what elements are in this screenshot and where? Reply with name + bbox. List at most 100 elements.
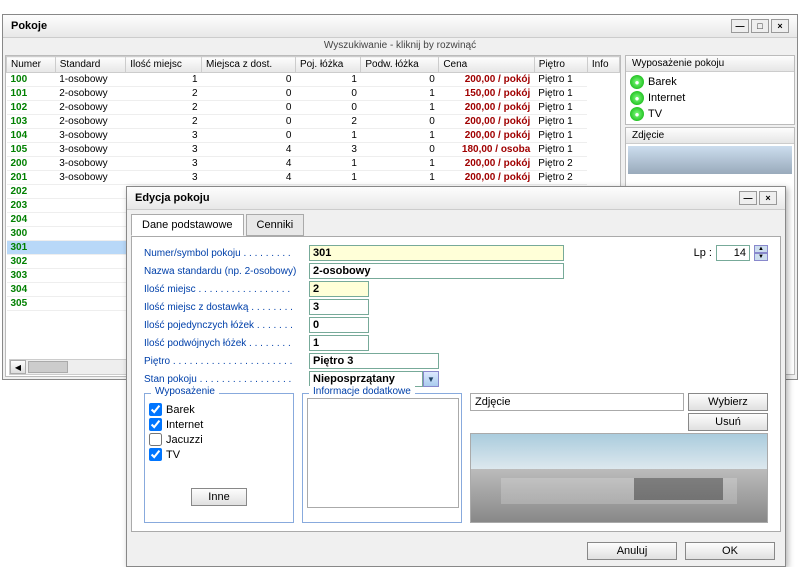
equip-checkbox[interactable] bbox=[149, 418, 162, 431]
pietro-input[interactable] bbox=[309, 353, 439, 369]
cell-num: 103 bbox=[7, 115, 56, 129]
cell-num: 102 bbox=[7, 101, 56, 115]
equip-item[interactable]: Barek bbox=[149, 402, 289, 417]
column-header[interactable]: Piętro bbox=[534, 57, 587, 73]
nazwa-input[interactable] bbox=[309, 263, 564, 279]
miejsc-input[interactable] bbox=[309, 281, 369, 297]
room-photo-preview bbox=[628, 146, 792, 174]
cell-num: 101 bbox=[7, 87, 56, 101]
table-row[interactable]: 2013-osobowy3411200,00 / pokójPiętro 2 bbox=[7, 171, 620, 185]
label-poj: Ilość pojedynczych łóżek . . . . . . . bbox=[144, 320, 309, 331]
feature-item: ●Internet bbox=[630, 90, 790, 106]
label-zdost: Ilość miejsc z dostawką . . . . . . . . bbox=[144, 302, 309, 313]
numer-input[interactable] bbox=[309, 245, 564, 261]
poj-input[interactable] bbox=[309, 317, 369, 333]
tab-basic-data[interactable]: Dane podstawowe bbox=[131, 214, 244, 236]
table-row[interactable]: 1032-osobowy2020200,00 / pokójPiętro 1 bbox=[7, 115, 620, 129]
maximize-button[interactable]: □ bbox=[751, 19, 769, 33]
anuluj-button[interactable]: Anuluj bbox=[587, 542, 677, 560]
cell-zdost: 0 bbox=[202, 87, 296, 101]
chevron-up-icon[interactable]: ▲ bbox=[754, 245, 768, 253]
lp-input[interactable] bbox=[716, 245, 750, 261]
column-header[interactable]: Numer bbox=[7, 57, 56, 73]
usun-button[interactable]: Usuń bbox=[688, 413, 768, 431]
scroll-thumb[interactable] bbox=[28, 361, 68, 373]
cell-num: 200 bbox=[7, 157, 56, 171]
column-header[interactable]: Podw. łóżka bbox=[361, 57, 439, 73]
cell-num: 304 bbox=[7, 283, 56, 297]
close-button[interactable]: × bbox=[771, 19, 789, 33]
cell-pietro: Piętro 1 bbox=[534, 143, 587, 157]
dialog-minimize-button[interactable]: — bbox=[739, 191, 757, 205]
edit-room-dialog: Edycja pokoju — × Dane podstawowe Cennik… bbox=[126, 186, 786, 567]
cell-num: 300 bbox=[7, 227, 56, 241]
cell-zdost: 0 bbox=[202, 115, 296, 129]
stan-select[interactable] bbox=[309, 371, 423, 387]
stan-dropdown-icon[interactable]: ▼ bbox=[423, 371, 439, 387]
column-header[interactable]: Miejsca z dost. bbox=[202, 57, 296, 73]
column-header[interactable]: Ilość miejsc bbox=[126, 57, 202, 73]
info-textarea[interactable] bbox=[307, 398, 459, 508]
cell-std bbox=[55, 269, 125, 283]
cell-zdost: 4 bbox=[202, 157, 296, 171]
column-header[interactable]: Standard bbox=[55, 57, 125, 73]
equipment-fieldset: Wyposażenie BarekInternetJacuzziTV Inne bbox=[144, 393, 294, 523]
label-podw: Ilość podwójnych łóżek . . . . . . . . bbox=[144, 338, 309, 349]
ok-button[interactable]: OK bbox=[685, 542, 775, 560]
cell-cena: 200,00 / pokój bbox=[439, 157, 534, 171]
cell-miejsc: 2 bbox=[126, 87, 202, 101]
cell-cena: 200,00 / pokój bbox=[439, 115, 534, 129]
tab-price-lists[interactable]: Cenniki bbox=[246, 214, 305, 236]
column-header[interactable]: Poj. łóżka bbox=[295, 57, 360, 73]
column-header[interactable]: Info bbox=[587, 57, 619, 73]
wybierz-button[interactable]: Wybierz bbox=[688, 393, 768, 411]
inne-button[interactable]: Inne bbox=[191, 488, 246, 506]
cell-podw: 1 bbox=[361, 157, 439, 171]
equip-checkbox[interactable] bbox=[149, 403, 162, 416]
cell-std: 3-osobowy bbox=[55, 157, 125, 171]
podw-input[interactable] bbox=[309, 335, 369, 351]
table-row[interactable]: 2003-osobowy3411200,00 / pokójPiętro 2 bbox=[7, 157, 620, 171]
search-hint[interactable]: Wyszukiwanie - kliknij by rozwinąć bbox=[3, 38, 797, 53]
dialog-close-button[interactable]: × bbox=[759, 191, 777, 205]
column-header[interactable]: Cena bbox=[439, 57, 534, 73]
equip-label: TV bbox=[166, 449, 180, 461]
cell-std bbox=[55, 199, 125, 213]
minimize-button[interactable]: — bbox=[731, 19, 749, 33]
feature-icon: ● bbox=[630, 75, 644, 89]
equip-checkbox[interactable] bbox=[149, 448, 162, 461]
equip-item[interactable]: Internet bbox=[149, 417, 289, 432]
table-row[interactable]: 1001-osobowy1010200,00 / pokójPiętro 1 bbox=[7, 73, 620, 87]
cell-std: 2-osobowy bbox=[55, 87, 125, 101]
scroll-left-icon[interactable]: ◀ bbox=[10, 360, 26, 374]
table-row[interactable]: 1043-osobowy3011200,00 / pokójPiętro 1 bbox=[7, 129, 620, 143]
cell-zdost: 4 bbox=[202, 171, 296, 185]
cell-poj: 0 bbox=[295, 87, 360, 101]
equip-item[interactable]: TV bbox=[149, 447, 289, 462]
chevron-down-icon[interactable]: ▼ bbox=[754, 253, 768, 261]
equip-item[interactable]: Jacuzzi bbox=[149, 432, 289, 447]
label-numer: Numer/symbol pokoju . . . . . . . . . bbox=[144, 248, 309, 259]
cell-std: 2-osobowy bbox=[55, 115, 125, 129]
cell-std: 1-osobowy bbox=[55, 73, 125, 87]
table-row[interactable]: 1022-osobowy2001200,00 / pokójPiętro 1 bbox=[7, 101, 620, 115]
cell-std: 2-osobowy bbox=[55, 101, 125, 115]
cell-num: 202 bbox=[7, 185, 56, 199]
cell-std bbox=[55, 241, 125, 255]
label-miejsc: Ilość miejsc . . . . . . . . . . . . . .… bbox=[144, 284, 309, 295]
lp-label: Lp : bbox=[694, 247, 712, 259]
cell-num: 305 bbox=[7, 297, 56, 311]
cell-num: 104 bbox=[7, 129, 56, 143]
table-row[interactable]: 1012-osobowy2001150,00 / pokójPiętro 1 bbox=[7, 87, 620, 101]
equip-checkbox[interactable] bbox=[149, 433, 162, 446]
photo-label: Zdjęcie bbox=[470, 393, 684, 411]
label-nazwa: Nazwa standardu (np. 2-osobowy) bbox=[144, 266, 309, 277]
cell-miejsc: 3 bbox=[126, 143, 202, 157]
features-panel: Wyposażenie pokoju ●Barek●Internet●TV bbox=[625, 55, 795, 125]
lp-spinner[interactable]: ▲ ▼ bbox=[754, 245, 768, 261]
zdost-input[interactable] bbox=[309, 299, 369, 315]
cell-zdost: 0 bbox=[202, 101, 296, 115]
feature-label: Internet bbox=[648, 92, 685, 104]
table-row[interactable]: 1053-osobowy3430180,00 / osobaPiętro 1 bbox=[7, 143, 620, 157]
cell-poj: 3 bbox=[295, 143, 360, 157]
